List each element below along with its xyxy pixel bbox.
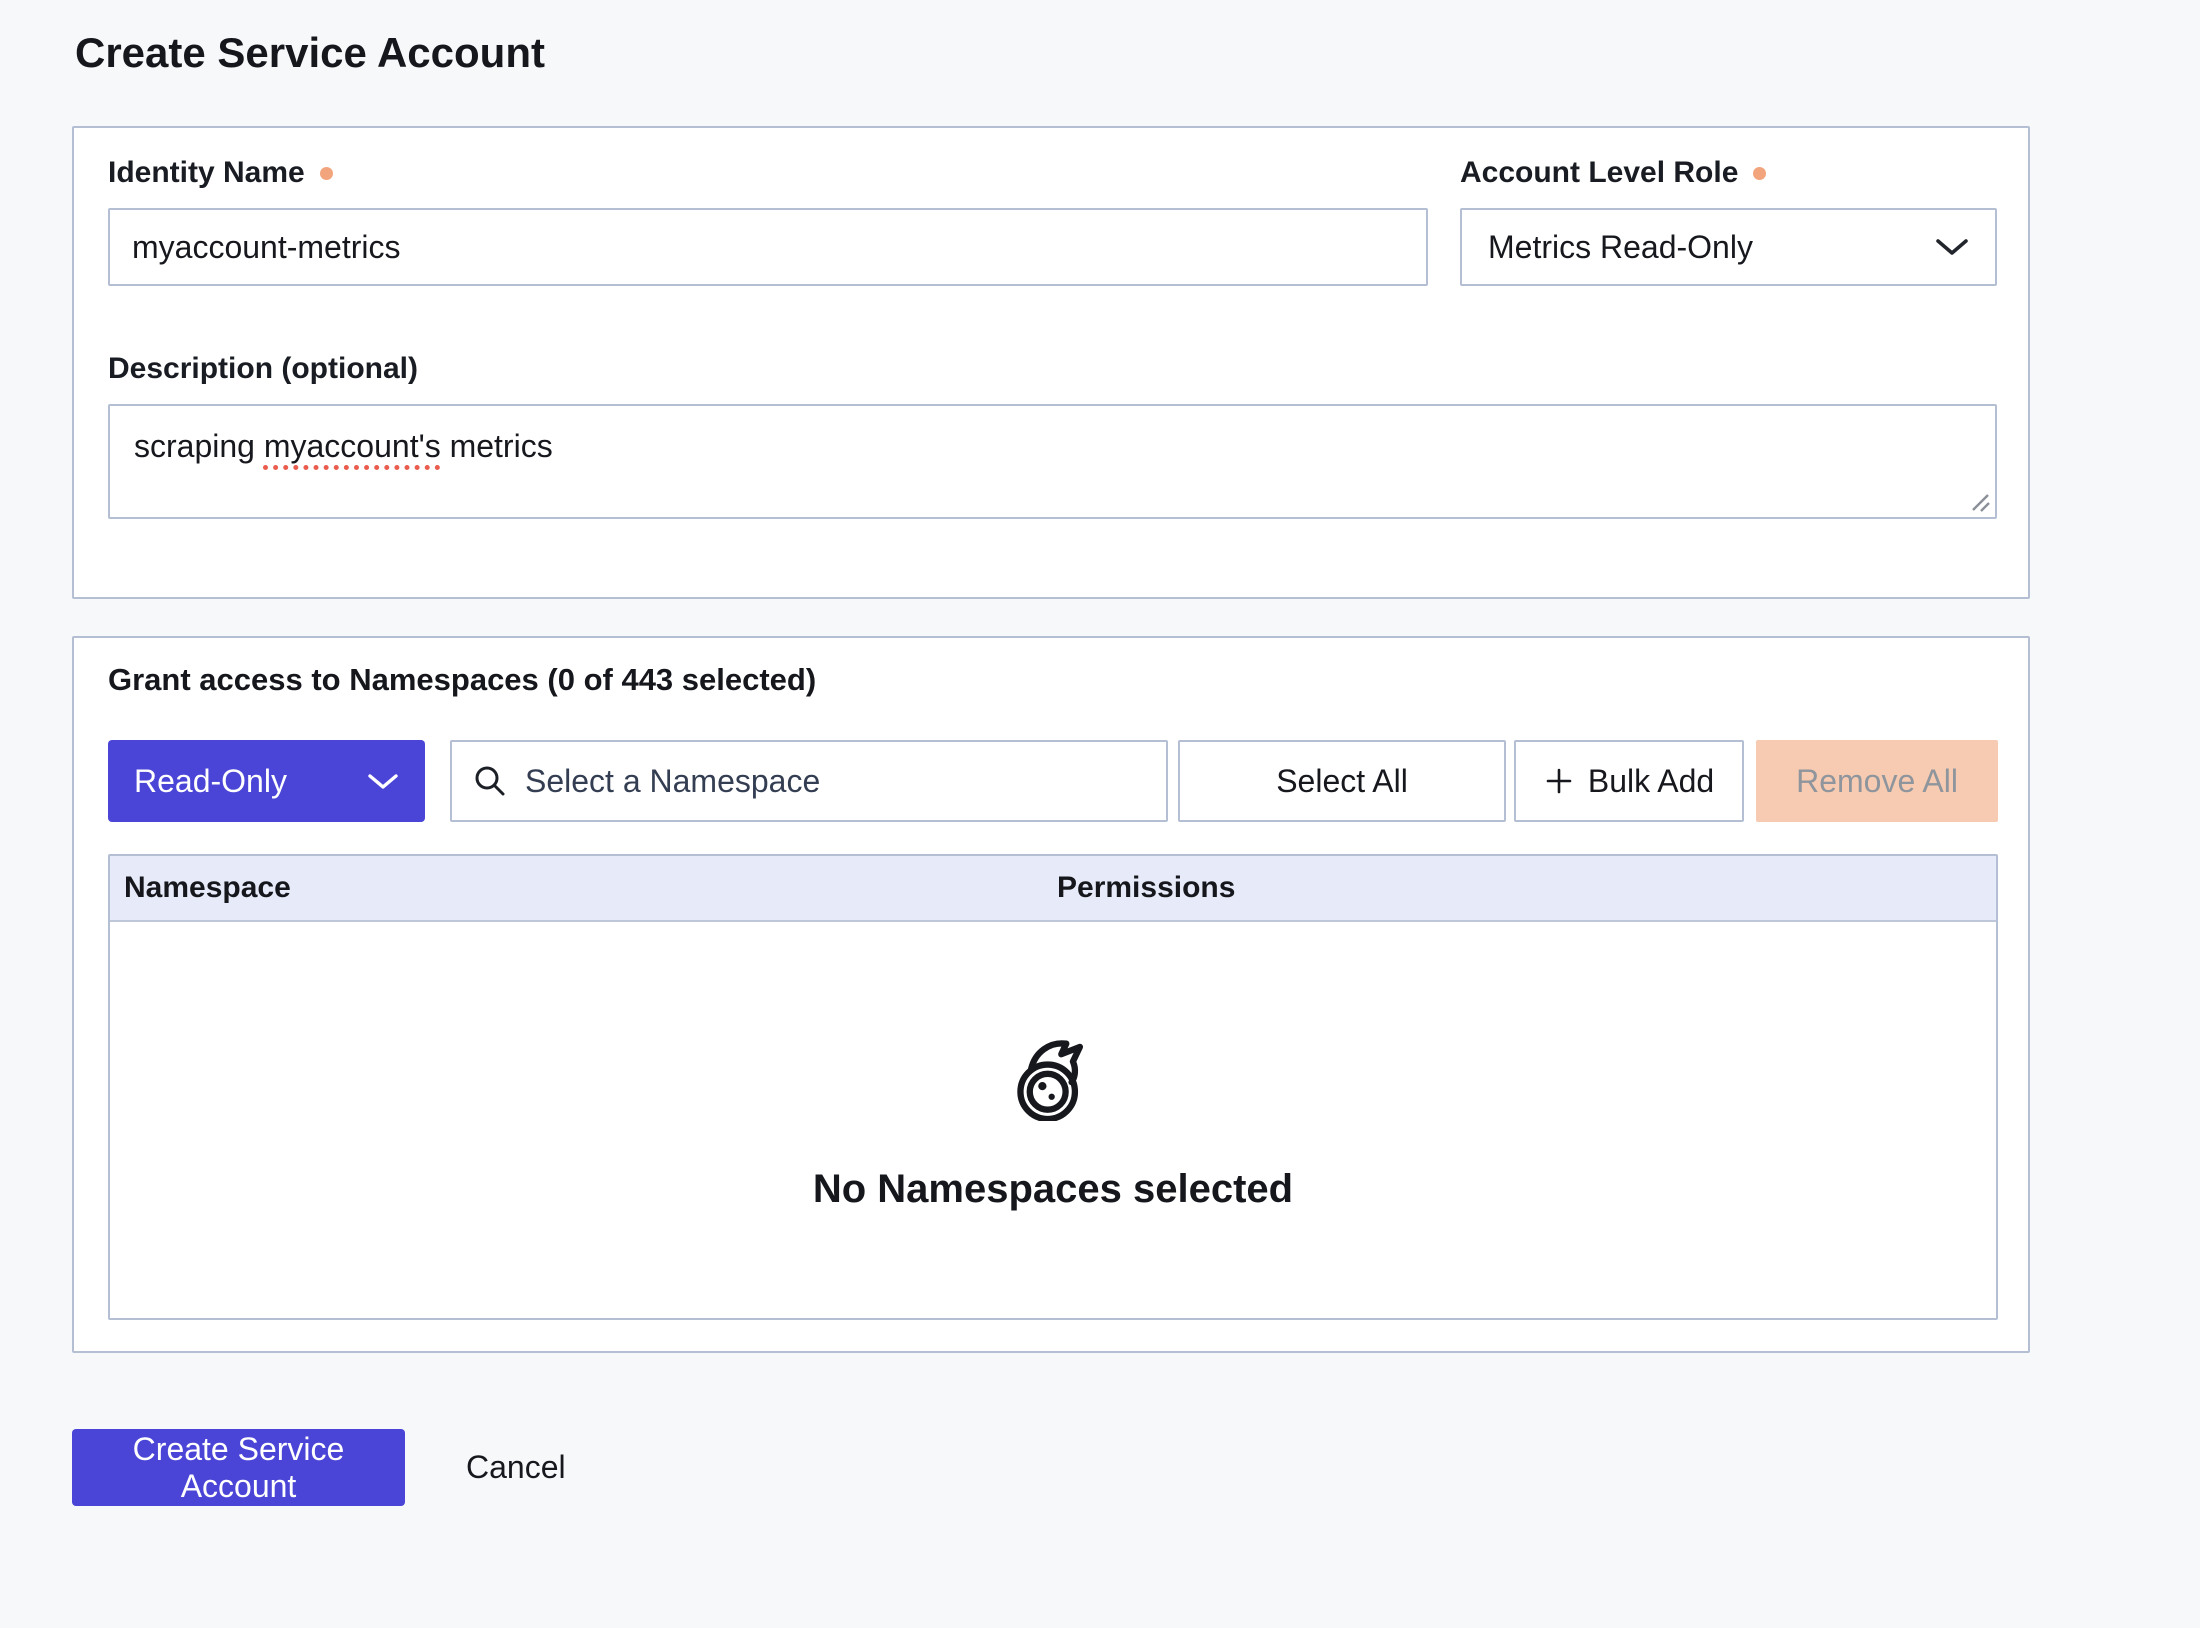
namespaces-heading: Grant access to Namespaces (0 of 443 sel…	[108, 660, 1998, 700]
select-all-button[interactable]: Select All	[1178, 740, 1506, 822]
namespaces-toolbar: Read-Only Select All	[108, 740, 1998, 822]
namespaces-table: Namespace Permissions No Namespaces sele…	[108, 854, 1998, 1320]
account-level-role-field: Account Level Role Metrics Read-Only	[1460, 154, 1997, 286]
remove-all-button[interactable]: Remove All	[1756, 740, 1998, 822]
required-dot-icon	[320, 167, 333, 180]
table-header: Namespace Permissions	[110, 856, 1996, 922]
account-level-role-select[interactable]: Metrics Read-Only	[1460, 208, 1997, 286]
page-title: Create Service Account	[75, 28, 2200, 78]
namespace-search[interactable]	[450, 740, 1168, 822]
chevron-down-icon	[367, 773, 399, 790]
required-dot-icon	[1753, 167, 1766, 180]
column-header-permissions: Permissions	[1043, 871, 1996, 905]
identity-name-label: Identity Name	[108, 154, 1428, 192]
footer-actions: Create Service Account Cancel	[72, 1429, 2200, 1506]
misspelled-word: myaccount's	[264, 428, 441, 464]
service-account-details-panel: Identity Name Account Level Role Metrics…	[72, 126, 2030, 599]
create-service-account-button[interactable]: Create Service Account	[72, 1429, 405, 1506]
bulk-add-button[interactable]: Bulk Add	[1514, 740, 1744, 822]
account-level-role-label: Account Level Role	[1460, 154, 1997, 192]
description-label: Description (optional)	[108, 350, 1997, 388]
resize-handle-icon[interactable]	[1965, 487, 1991, 513]
cancel-button[interactable]: Cancel	[460, 1448, 572, 1487]
namespace-search-input[interactable]	[523, 762, 1146, 801]
plus-icon	[1544, 766, 1574, 796]
description-field: Description (optional) scraping myaccoun…	[108, 350, 1997, 519]
description-textarea[interactable]: scraping myaccount's metrics	[108, 404, 1997, 519]
empty-state-text: No Namespaces selected	[813, 1167, 1293, 1212]
namespaces-panel: Grant access to Namespaces (0 of 443 sel…	[72, 636, 2030, 1353]
role-filter-dropdown[interactable]: Read-Only	[108, 740, 425, 822]
identity-name-input[interactable]	[108, 208, 1428, 286]
search-icon	[472, 763, 508, 799]
meteor-icon	[1008, 1028, 1098, 1121]
chevron-down-icon	[1935, 238, 1969, 256]
empty-state: No Namespaces selected	[110, 922, 1996, 1318]
identity-name-field: Identity Name	[108, 154, 1428, 286]
column-header-namespace: Namespace	[110, 871, 1043, 905]
